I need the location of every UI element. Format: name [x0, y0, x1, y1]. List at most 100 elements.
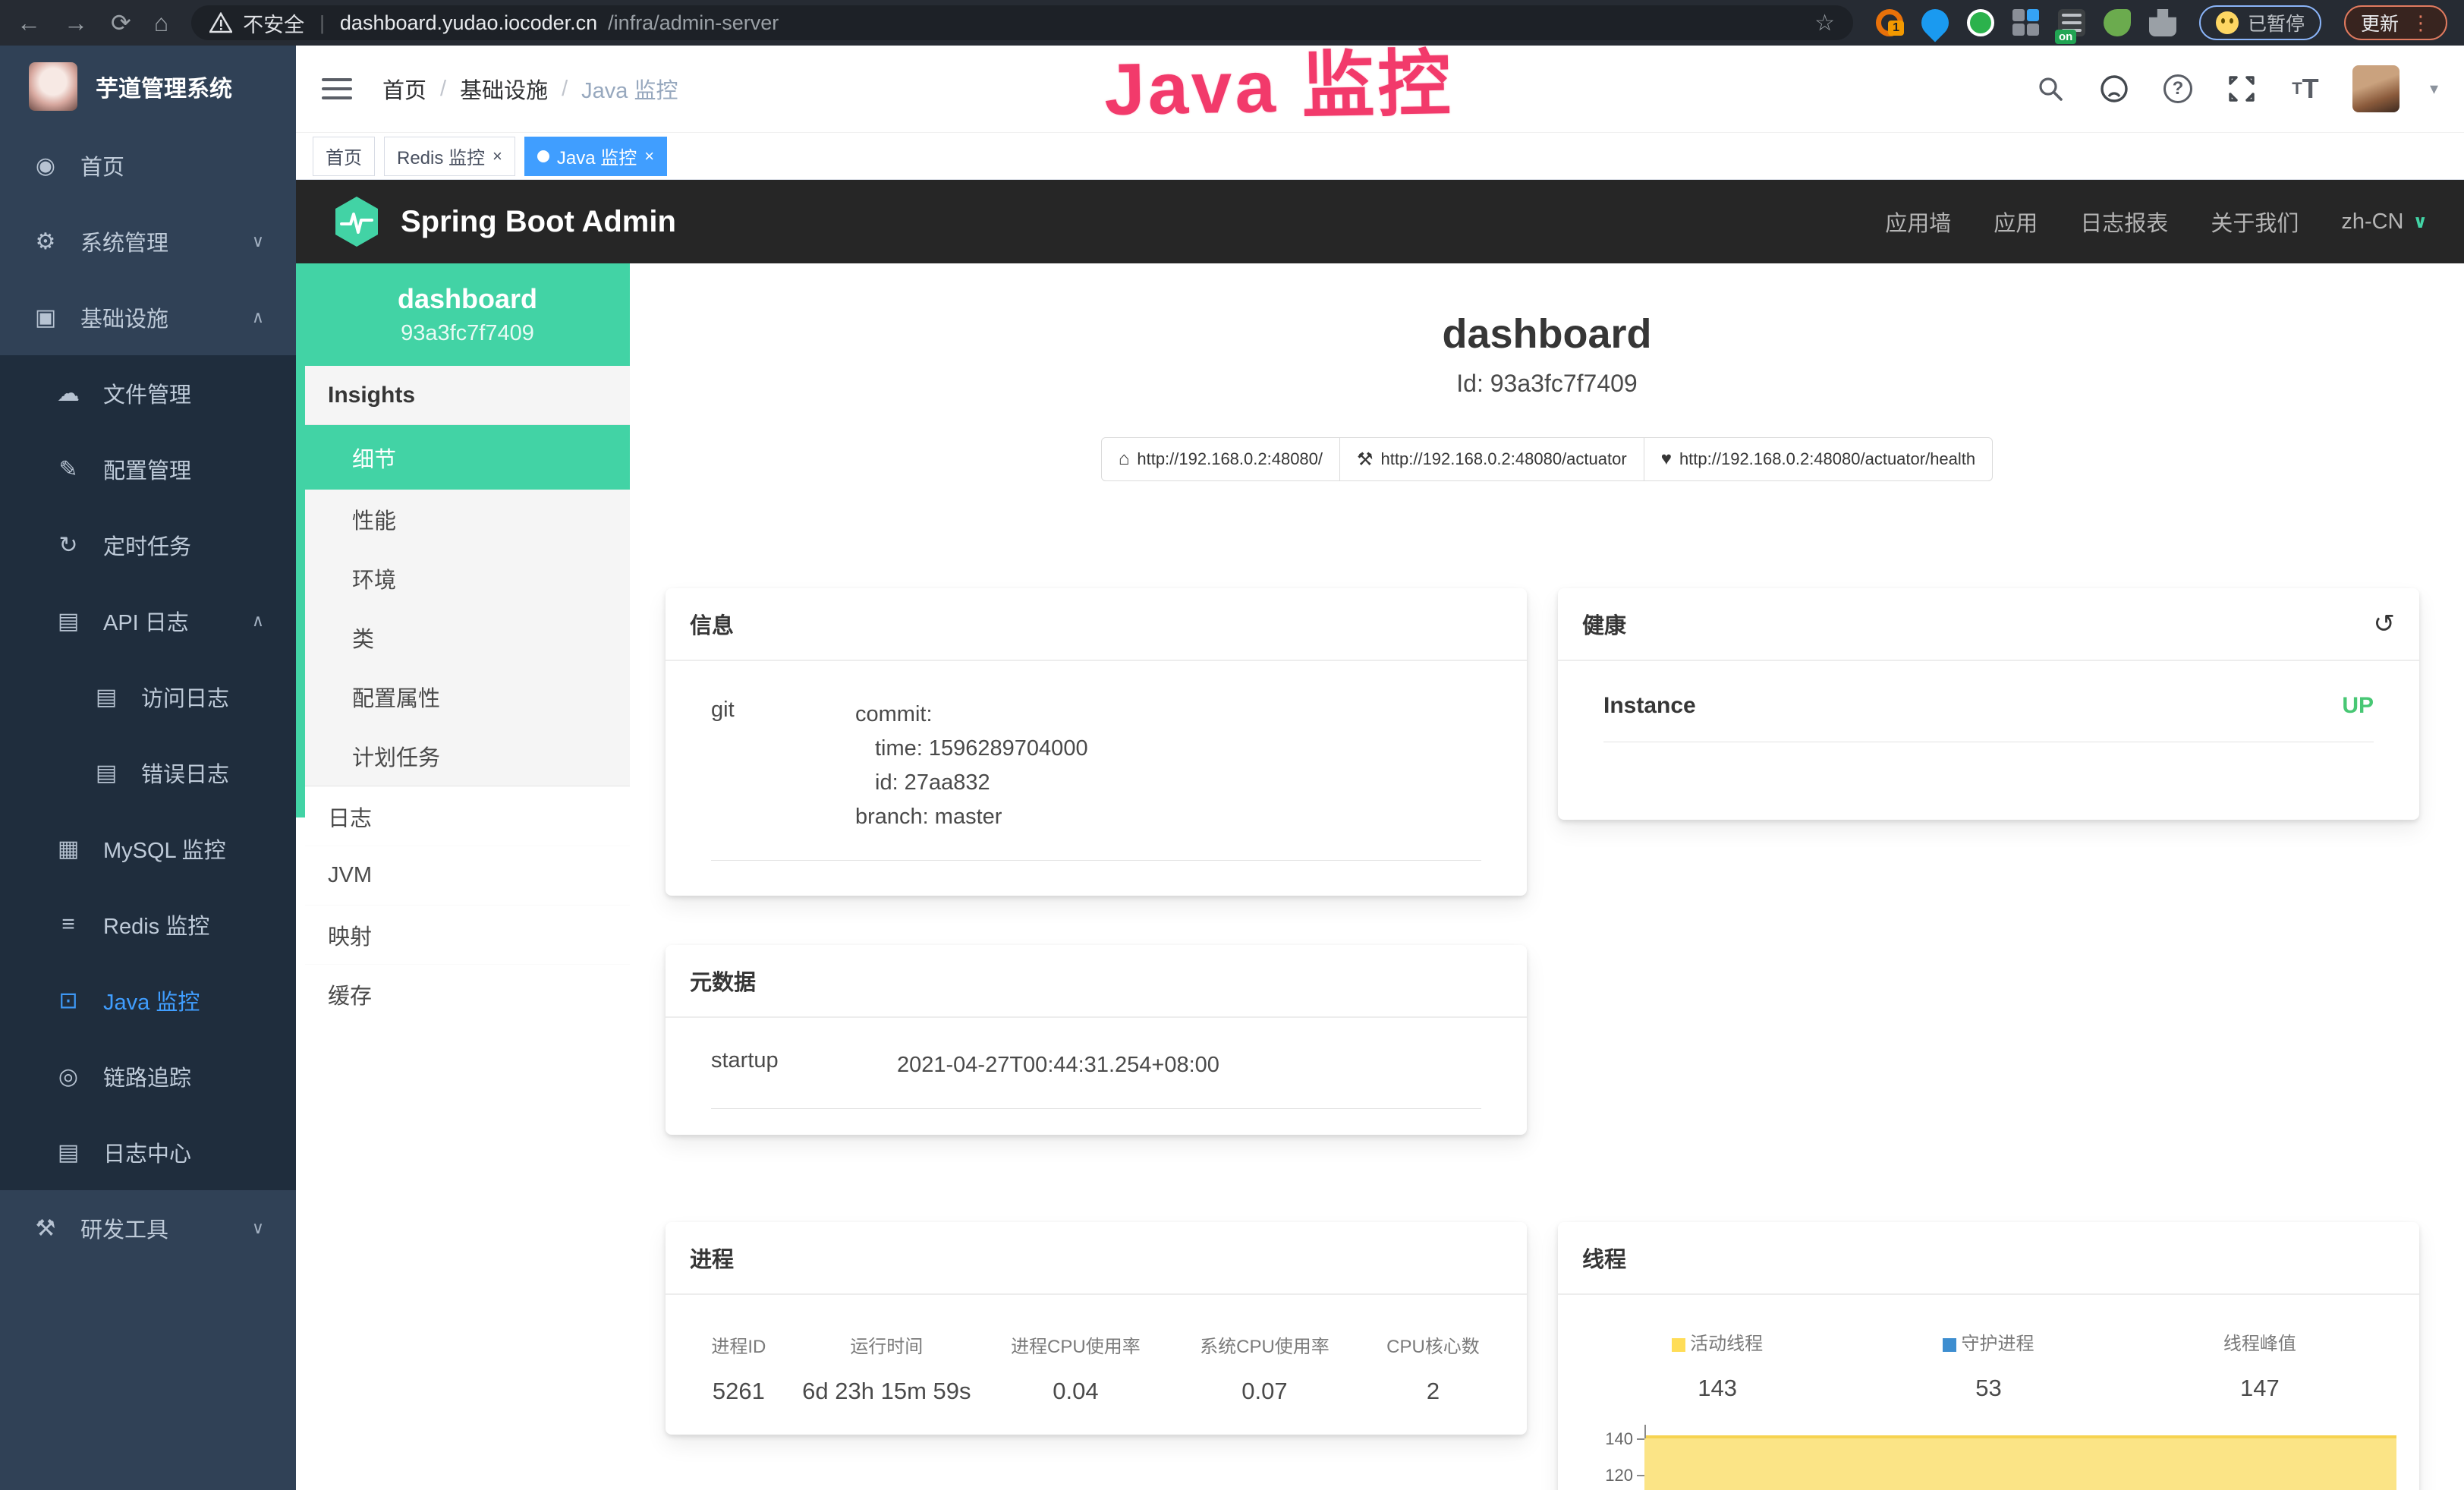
extension-pin-icon[interactable] [1916, 4, 1955, 43]
insights-section-label: Insights [305, 366, 630, 425]
extension-leaf-icon[interactable] [2104, 9, 2131, 36]
tab-home[interactable]: 首页 [313, 137, 375, 176]
sidebar-item-access-log[interactable]: ▤ 访问日志 [0, 659, 296, 735]
extension-icon-1[interactable]: 1 [1876, 9, 1903, 36]
extension-cluster: 1 on [1876, 9, 2176, 36]
sidebar-item-label: 错误日志 [141, 757, 229, 789]
sidebar-item-label: 访问日志 [141, 681, 229, 713]
sidebar-item-label: 配置管理 [103, 453, 191, 485]
insights-group: 细节 性能 环境 类 配置属性 计划任务 [305, 425, 630, 786]
instance-url-group: ⌂ http://192.168.0.2:48080/ ⚒ http://192… [630, 437, 2464, 481]
sba-menu-mappings[interactable]: 映射 [305, 905, 630, 964]
close-icon[interactable]: × [644, 146, 654, 166]
browser-menu-kebab-icon[interactable]: ⋮ [2411, 17, 2431, 28]
page-instance-id: Id: 93a3fc7f7409 [630, 370, 2464, 398]
breadcrumb-infra[interactable]: 基础设施 [460, 73, 548, 105]
info-git-row: git commit: time: 1596289704000 id: 27aa… [711, 698, 1481, 861]
github-icon[interactable] [2097, 72, 2131, 106]
chevron-up-icon: ∧ [252, 611, 264, 631]
sidebar-item-file-manage[interactable]: ☁ 文件管理 [0, 355, 296, 431]
sidebar-item-api-log[interactable]: ▤ API 日志 ∧ [0, 583, 296, 659]
bookmark-star-icon[interactable]: ☆ [1814, 10, 1835, 36]
info-card-title: 信息 [666, 588, 1527, 661]
search-icon[interactable] [2034, 72, 2067, 106]
instance-name: dashboard [398, 283, 537, 315]
browser-back-button[interactable]: ← [17, 11, 41, 35]
legend-blue-swatch [1943, 1338, 1956, 1352]
sidebar-item-home[interactable]: ◉ 首页 [0, 128, 296, 203]
app-logo-row[interactable]: 芋道管理系统 [0, 46, 296, 128]
paused-label: 已暂停 [2248, 9, 2305, 36]
address-bar[interactable]: 不安全 | dashboard.yudao.iocoder.cn /infra/… [191, 5, 1853, 40]
chevron-down-icon: ∨ [252, 232, 264, 251]
layers-icon: ≡ [55, 912, 82, 937]
sba-menu-logs[interactable]: 日志 [305, 786, 630, 846]
sba-menu-environment[interactable]: 环境 [305, 549, 630, 608]
browser-home-button[interactable]: ⌂ [154, 11, 168, 35]
sba-menu-config-props[interactable]: 配置属性 [305, 667, 630, 726]
dashboard-icon: ◉ [32, 153, 59, 179]
sidebar-item-infra[interactable]: ▣ 基础设施 ∧ [0, 279, 296, 355]
extension-list-icon[interactable]: on [2058, 9, 2085, 36]
sidebar-collapse-icon[interactable] [322, 78, 352, 99]
timer-icon: ↻ [55, 532, 82, 559]
tab-redis-monitor[interactable]: Redis 监控 × [384, 137, 515, 176]
avatar-caret-icon[interactable]: ▾ [2430, 79, 2438, 99]
sidebar-item-label: 文件管理 [103, 377, 191, 409]
sba-menu-details[interactable]: 细节 [305, 425, 630, 490]
service-url-button[interactable]: ⌂ http://192.168.0.2:48080/ [1101, 437, 1340, 481]
sba-nav-journal[interactable]: 日志报表 [2080, 206, 2168, 238]
sba-brand[interactable]: Spring Boot Admin [332, 195, 676, 248]
sba-language-select[interactable]: zh-CN ∨ [2341, 209, 2428, 235]
sidebar-item-dev-tools[interactable]: ⚒ 研发工具 ∨ [0, 1190, 296, 1266]
history-icon[interactable]: ↺ [2374, 609, 2396, 639]
font-size-icon[interactable]: TT [2289, 72, 2322, 106]
sba-menu-jvm[interactable]: JVM [305, 846, 630, 905]
fullscreen-icon[interactable] [2225, 72, 2258, 106]
chrome-update-button[interactable]: 更新 ⋮ [2344, 5, 2447, 40]
sba-nav-about[interactable]: 关于我们 [2211, 206, 2299, 238]
user-avatar[interactable] [2352, 65, 2399, 112]
app-menu: ◉ 首页 ⚙ 系统管理 ∨ ▣ 基础设施 ∧ ☁ 文件管理 ✎ 配置管理 ↻ 定… [0, 128, 296, 1266]
database-icon: ▦ [55, 836, 82, 862]
sidebar-item-system[interactable]: ⚙ 系统管理 ∨ [0, 203, 296, 279]
metadata-card-title: 元数据 [666, 945, 1527, 1018]
sidebar-scrollbar-thumb[interactable] [296, 263, 305, 817]
threads-card: 线程 活动线程 143 守护进程 53 线程峰值 147 140 [1558, 1222, 2419, 1490]
browser-reload-button[interactable]: ⟳ [111, 11, 131, 35]
edit-icon: ✎ [55, 456, 82, 483]
sidebar-item-tracing[interactable]: ◎ 链路追踪 [0, 1038, 296, 1114]
sidebar-item-label: 首页 [80, 150, 124, 181]
extension-green-icon[interactable] [1967, 9, 1994, 36]
browser-forward-button[interactable]: → [64, 11, 88, 35]
sidebar-item-mysql-monitor[interactable]: ▦ MySQL 监控 [0, 811, 296, 887]
help-icon[interactable]: ? [2161, 72, 2195, 106]
sba-nav-wallboard[interactable]: 应用墙 [1885, 206, 1951, 238]
sba-menu-scheduled-tasks[interactable]: 计划任务 [305, 726, 630, 786]
sba-brand-title: Spring Boot Admin [401, 205, 676, 239]
app-logo-image [29, 62, 77, 111]
process-col-value: 2 [1359, 1378, 1507, 1405]
tab-java-monitor[interactable]: Java 监控 × [524, 137, 667, 176]
sidebar-item-error-log[interactable]: ▤ 错误日志 [0, 735, 296, 811]
sba-nav-applications[interactable]: 应用 [1994, 206, 2038, 238]
actuator-url-button[interactable]: ⚒ http://192.168.0.2:48080/actuator [1339, 437, 1644, 481]
sidebar-item-log-center[interactable]: ▤ 日志中心 [0, 1114, 296, 1190]
sidebar-item-redis-monitor[interactable]: ≡ Redis 监控 [0, 887, 296, 962]
sidebar-item-label: Java 监控 [103, 984, 200, 1016]
extension-grid-icon[interactable] [2012, 9, 2040, 36]
sba-navbar: Spring Boot Admin 应用墙 应用 日志报表 关于我们 zh-CN… [296, 180, 2464, 263]
sidebar-item-java-monitor[interactable]: ⊡ Java 监控 [0, 962, 296, 1038]
sba-menu-caches[interactable]: 缓存 [305, 964, 630, 1023]
sidebar-item-config-manage[interactable]: ✎ 配置管理 [0, 431, 296, 507]
sidebar-item-scheduled-jobs[interactable]: ↻ 定时任务 [0, 507, 296, 583]
close-icon[interactable]: × [492, 146, 502, 166]
health-url-button[interactable]: ♥ http://192.168.0.2:48080/actuator/heal… [1644, 437, 1993, 481]
sba-menu-classes[interactable]: 类 [305, 608, 630, 667]
sba-menu-metrics[interactable]: 性能 [305, 490, 630, 549]
metadata-startup-row: startup 2021-04-27T00:44:31.254+08:00 [711, 1048, 1481, 1109]
extensions-puzzle-icon[interactable] [2149, 9, 2176, 36]
process-col-value: 5261 [685, 1378, 792, 1405]
profile-paused-chip[interactable]: 已暂停 [2199, 5, 2321, 40]
breadcrumb-home[interactable]: 首页 [382, 73, 426, 105]
